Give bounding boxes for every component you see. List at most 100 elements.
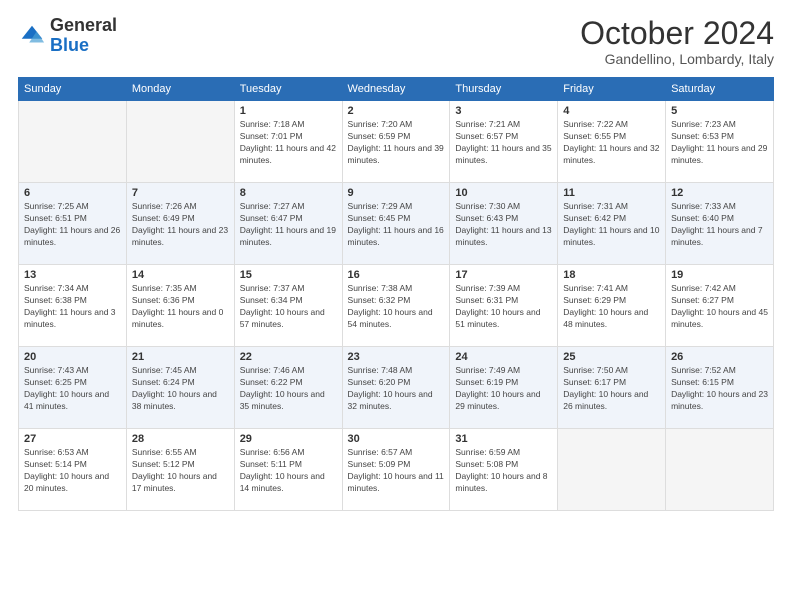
calendar-cell: 6 Sunrise: 7:25 AMSunset: 6:51 PMDaylight… — [19, 183, 127, 265]
calendar-cell: 7Sunrise: 7:26 AMSunset: 6:49 PMDaylight… — [126, 183, 234, 265]
logo-text: General Blue — [50, 16, 117, 56]
day-info: Sunrise: 7:34 AMSunset: 6:38 PMDaylight:… — [24, 283, 121, 331]
day-number: 16 — [348, 269, 445, 281]
calendar-table: Sunday Monday Tuesday Wednesday Thursday… — [18, 77, 774, 511]
calendar-cell: 27Sunrise: 6:53 AMSunset: 5:14 PMDayligh… — [19, 429, 127, 511]
location: Gandellino, Lombardy, Italy — [580, 51, 774, 67]
day-info: Sunrise: 7:41 AMSunset: 6:29 PMDaylight:… — [563, 283, 660, 331]
page: General Blue October 2024 Gandellino, Lo… — [0, 0, 792, 612]
col-tuesday: Tuesday — [234, 78, 342, 101]
month-title: October 2024 — [580, 16, 774, 51]
day-info: Sunrise: 7:50 AMSunset: 6:17 PMDaylight:… — [563, 365, 660, 413]
calendar-cell — [19, 101, 127, 183]
calendar-week-3: 13 Sunrise: 7:34 AMSunset: 6:38 PMDayligh… — [19, 265, 774, 347]
day-number: 21 — [132, 351, 229, 363]
day-info: Sunrise: 7:38 AMSunset: 6:32 PMDaylight:… — [348, 283, 445, 331]
calendar-week-4: 20Sunrise: 7:43 AMSunset: 6:25 PMDayligh… — [19, 347, 774, 429]
calendar-cell: 19 Sunrise: 7:42 AMSunset: 6:27 PMDayligh… — [666, 265, 774, 347]
day-info: Sunrise: 7:21 AMSunset: 6:57 PMDaylight:… — [455, 119, 552, 167]
calendar-cell: 13 Sunrise: 7:34 AMSunset: 6:38 PMDayligh… — [19, 265, 127, 347]
day-info: Sunrise: 7:20 AMSunset: 6:59 PMDaylight:… — [348, 119, 445, 167]
day-number: 24 — [455, 351, 552, 363]
calendar-cell: 31 Sunrise: 6:59 AMSunset: 5:08 PMDayligh… — [450, 429, 558, 511]
day-info: Sunrise: 7:25 AMSunset: 6:51 PMDaylight:… — [24, 201, 121, 249]
day-number: 19 — [671, 269, 768, 281]
calendar-cell: 4Sunrise: 7:22 AMSunset: 6:55 PMDaylight… — [558, 101, 666, 183]
day-info: Sunrise: 7:42 AMSunset: 6:27 PMDaylight:… — [671, 283, 768, 331]
calendar-cell: 20Sunrise: 7:43 AMSunset: 6:25 PMDayligh… — [19, 347, 127, 429]
logo-icon — [18, 22, 46, 50]
calendar-cell: 5Sunrise: 7:23 AMSunset: 6:53 PMDaylight… — [666, 101, 774, 183]
day-info: Sunrise: 7:30 AMSunset: 6:43 PMDaylight:… — [455, 201, 552, 249]
calendar-cell: 26Sunrise: 7:52 AMSunset: 6:15 PMDayligh… — [666, 347, 774, 429]
col-monday: Monday — [126, 78, 234, 101]
day-info: Sunrise: 7:49 AMSunset: 6:19 PMDaylight:… — [455, 365, 552, 413]
day-number: 22 — [240, 351, 337, 363]
day-number: 1 — [240, 105, 337, 117]
calendar-cell: 24 Sunrise: 7:49 AMSunset: 6:19 PMDayligh… — [450, 347, 558, 429]
day-number: 25 — [563, 351, 660, 363]
calendar-cell: 8Sunrise: 7:27 AMSunset: 6:47 PMDaylight… — [234, 183, 342, 265]
calendar-cell: 30 Sunrise: 6:57 AMSunset: 5:09 PMDayligh… — [342, 429, 450, 511]
day-number: 6 — [24, 187, 121, 199]
day-number: 2 — [348, 105, 445, 117]
logo-general: General — [50, 15, 117, 35]
calendar-week-2: 6 Sunrise: 7:25 AMSunset: 6:51 PMDaylight… — [19, 183, 774, 265]
calendar-cell: 21 Sunrise: 7:45 AMSunset: 6:24 PMDayligh… — [126, 347, 234, 429]
day-number: 11 — [563, 187, 660, 199]
day-info: Sunrise: 6:56 AMSunset: 5:11 PMDaylight:… — [240, 447, 337, 495]
calendar-cell: 12Sunrise: 7:33 AMSunset: 6:40 PMDayligh… — [666, 183, 774, 265]
calendar-week-1: 1 Sunrise: 7:18 AMSunset: 7:01 PMDaylight… — [19, 101, 774, 183]
calendar-cell: 18 Sunrise: 7:41 AMSunset: 6:29 PMDayligh… — [558, 265, 666, 347]
logo: General Blue — [18, 16, 117, 56]
day-info: Sunrise: 7:35 AMSunset: 6:36 PMDaylight:… — [132, 283, 229, 331]
col-thursday: Thursday — [450, 78, 558, 101]
day-number: 4 — [563, 105, 660, 117]
calendar-cell: 25 Sunrise: 7:50 AMSunset: 6:17 PMDayligh… — [558, 347, 666, 429]
day-info: Sunrise: 7:37 AMSunset: 6:34 PMDaylight:… — [240, 283, 337, 331]
col-saturday: Saturday — [666, 78, 774, 101]
day-number: 17 — [455, 269, 552, 281]
col-friday: Friday — [558, 78, 666, 101]
day-info: Sunrise: 6:55 AMSunset: 5:12 PMDaylight:… — [132, 447, 229, 495]
calendar-cell: 29 Sunrise: 6:56 AMSunset: 5:11 PMDayligh… — [234, 429, 342, 511]
day-info: Sunrise: 7:33 AMSunset: 6:40 PMDaylight:… — [671, 201, 768, 249]
day-number: 29 — [240, 433, 337, 445]
day-info: Sunrise: 7:46 AMSunset: 6:22 PMDaylight:… — [240, 365, 337, 413]
day-number: 5 — [671, 105, 768, 117]
day-number: 10 — [455, 187, 552, 199]
day-number: 18 — [563, 269, 660, 281]
calendar-cell: 23Sunrise: 7:48 AMSunset: 6:20 PMDayligh… — [342, 347, 450, 429]
day-info: Sunrise: 6:57 AMSunset: 5:09 PMDaylight:… — [348, 447, 445, 495]
day-info: Sunrise: 7:18 AMSunset: 7:01 PMDaylight:… — [240, 119, 337, 167]
day-info: Sunrise: 7:39 AMSunset: 6:31 PMDaylight:… — [455, 283, 552, 331]
calendar-cell: 16 Sunrise: 7:38 AMSunset: 6:32 PMDayligh… — [342, 265, 450, 347]
day-info: Sunrise: 7:31 AMSunset: 6:42 PMDaylight:… — [563, 201, 660, 249]
col-wednesday: Wednesday — [342, 78, 450, 101]
day-number: 3 — [455, 105, 552, 117]
day-number: 27 — [24, 433, 121, 445]
calendar-cell: 14Sunrise: 7:35 AMSunset: 6:36 PMDayligh… — [126, 265, 234, 347]
day-info: Sunrise: 7:27 AMSunset: 6:47 PMDaylight:… — [240, 201, 337, 249]
day-number: 9 — [348, 187, 445, 199]
calendar-cell — [558, 429, 666, 511]
calendar-cell — [126, 101, 234, 183]
calendar-header-row: Sunday Monday Tuesday Wednesday Thursday… — [19, 78, 774, 101]
day-number: 20 — [24, 351, 121, 363]
calendar-cell: 28Sunrise: 6:55 AMSunset: 5:12 PMDayligh… — [126, 429, 234, 511]
calendar-cell: 1 Sunrise: 7:18 AMSunset: 7:01 PMDaylight… — [234, 101, 342, 183]
calendar-cell: 10 Sunrise: 7:30 AMSunset: 6:43 PMDayligh… — [450, 183, 558, 265]
day-number: 13 — [24, 269, 121, 281]
logo-blue: Blue — [50, 35, 89, 55]
day-info: Sunrise: 6:59 AMSunset: 5:08 PMDaylight:… — [455, 447, 552, 495]
calendar-cell — [666, 429, 774, 511]
day-info: Sunrise: 7:48 AMSunset: 6:20 PMDaylight:… — [348, 365, 445, 413]
day-number: 30 — [348, 433, 445, 445]
calendar-cell: 2 Sunrise: 7:20 AMSunset: 6:59 PMDaylight… — [342, 101, 450, 183]
day-info: Sunrise: 7:45 AMSunset: 6:24 PMDaylight:… — [132, 365, 229, 413]
day-info: Sunrise: 7:52 AMSunset: 6:15 PMDaylight:… — [671, 365, 768, 413]
day-number: 31 — [455, 433, 552, 445]
day-info: Sunrise: 7:29 AMSunset: 6:45 PMDaylight:… — [348, 201, 445, 249]
calendar-cell: 9 Sunrise: 7:29 AMSunset: 6:45 PMDaylight… — [342, 183, 450, 265]
title-block: October 2024 Gandellino, Lombardy, Italy — [580, 16, 774, 67]
